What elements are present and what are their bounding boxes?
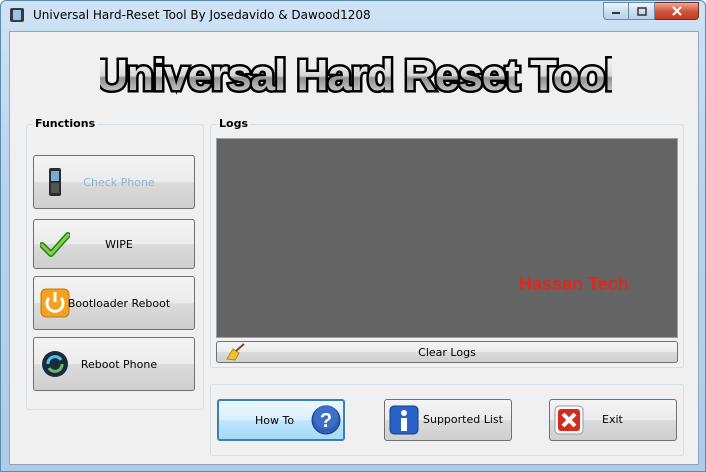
check-phone-label: Check Phone — [83, 175, 155, 189]
exit-button[interactable]: Exit — [549, 399, 677, 441]
functions-label: Functions — [33, 117, 98, 130]
wipe-button[interactable]: WIPE — [33, 219, 195, 269]
bootloader-reboot-label: Bootloader Reboot — [67, 296, 171, 310]
app-icon — [10, 8, 24, 22]
clear-logs-button[interactable]: Clear Logs — [216, 341, 678, 363]
clear-logs-label: Clear Logs — [418, 346, 476, 359]
help-icon: ? — [311, 405, 341, 435]
exit-label: Exit — [602, 413, 623, 426]
app-window: Universal Hard-Reset Tool By Josedavido … — [0, 0, 706, 472]
wipe-label: WIPE — [105, 237, 133, 251]
logs-group: Logs Hassan Tech Clear Logs — [210, 117, 684, 368]
maximize-icon — [636, 6, 647, 16]
functions-group: Functions Check Phone WIPE Bootloader Re… — [26, 117, 204, 410]
supported-list-label: Supported List — [423, 413, 503, 426]
logs-textarea[interactable]: Hassan Tech — [216, 138, 678, 338]
minimize-icon — [612, 12, 620, 14]
app-logo: Universal Hard Reset Tool — [100, 50, 612, 100]
logs-label: Logs — [217, 117, 250, 130]
title-bar[interactable]: Universal Hard-Reset Tool By Josedavido … — [1, 1, 705, 29]
caption-buttons — [603, 2, 699, 21]
actions-group: How To ? Supported List Exit — [210, 384, 684, 456]
client-area: Universal Hard Reset Tool Functions Chec… — [9, 31, 699, 465]
reboot-phone-label: Reboot Phone — [80, 357, 158, 371]
check-phone-button[interactable]: Check Phone — [33, 155, 195, 209]
maximize-button[interactable] — [629, 2, 655, 20]
svg-text:?: ? — [320, 410, 332, 432]
watermark-text: Hassan Tech — [519, 274, 629, 294]
supported-list-button[interactable]: Supported List — [384, 399, 512, 441]
minimize-button[interactable] — [603, 2, 629, 20]
bootloader-reboot-button[interactable]: Bootloader Reboot — [33, 276, 195, 330]
exit-icon — [554, 405, 584, 435]
reboot-phone-button[interactable]: Reboot Phone — [33, 337, 195, 391]
close-button[interactable] — [655, 2, 699, 20]
window-title: Universal Hard-Reset Tool By Josedavido … — [33, 8, 371, 22]
close-icon — [671, 6, 682, 16]
how-to-label: How To — [255, 414, 295, 427]
logo-text: Universal Hard Reset Tool — [100, 51, 612, 100]
info-icon — [389, 405, 419, 435]
how-to-button[interactable]: How To ? — [217, 399, 345, 441]
